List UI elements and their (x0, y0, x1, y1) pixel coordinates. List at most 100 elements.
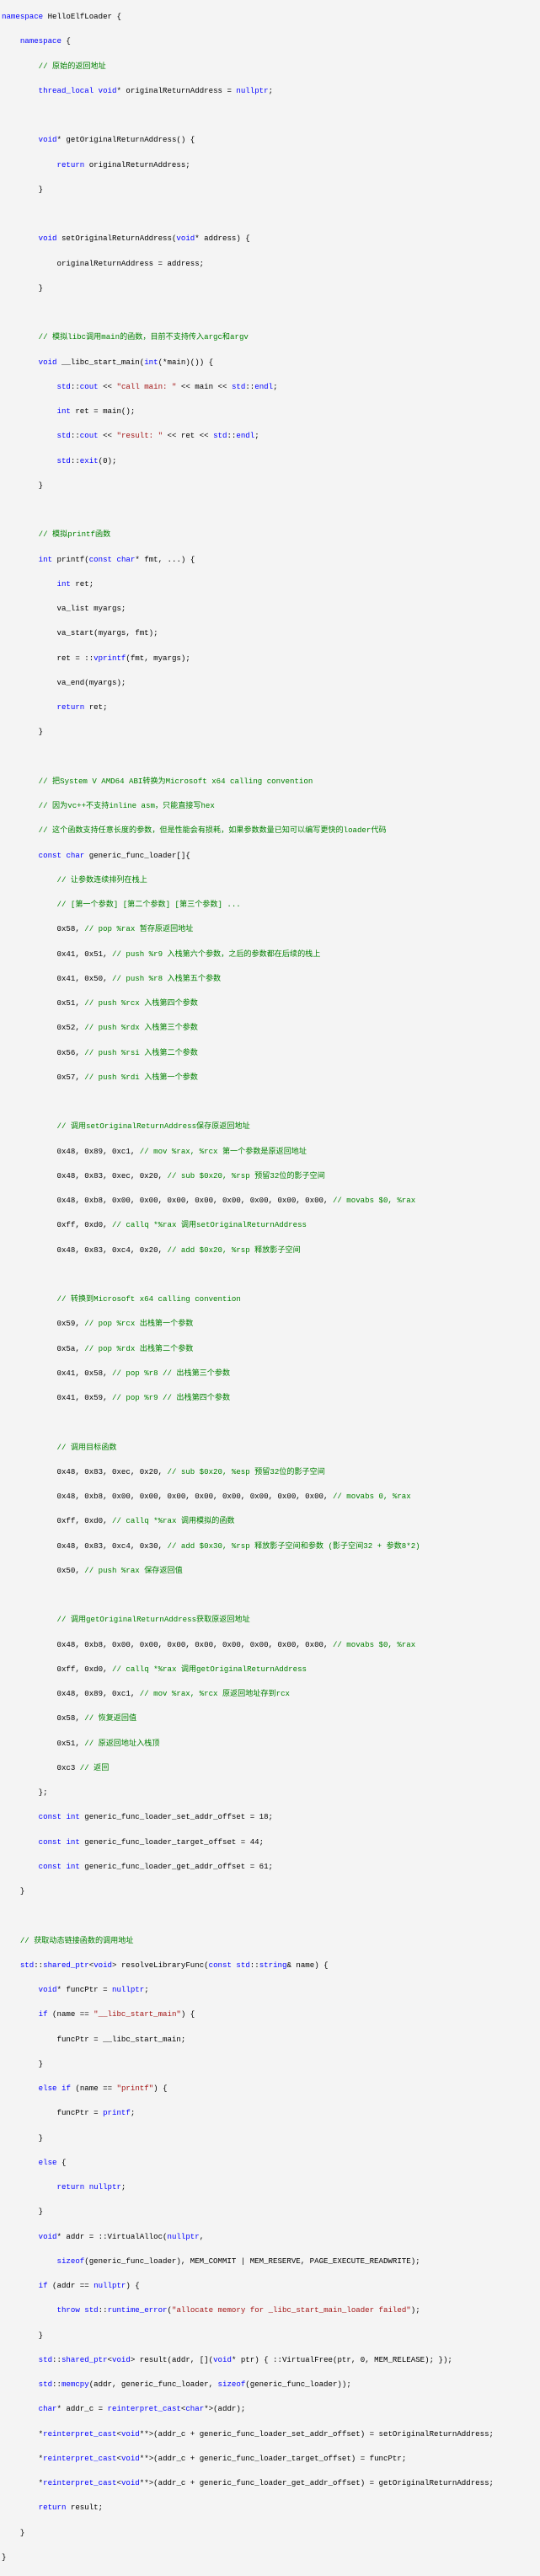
code-line: ​ (0, 751, 540, 764)
code-line: std::exit(0); (0, 455, 540, 468)
code-comment: // push %rcx 入栈第四个参数 (84, 998, 198, 1008)
code-line: } (0, 282, 540, 295)
code-comment: // 原返回地址入栈顶 (84, 1738, 160, 1748)
code-keyword: std (19, 1960, 35, 1970)
code-text: ; (268, 85, 274, 95)
code-comment: // 因为vc++不支持inline asm，只能直接写hex (38, 801, 215, 811)
code-keyword: void (38, 234, 57, 244)
code-line: // 模拟libc调用main的函数，目前不支持传入argc和argv (0, 331, 540, 344)
code-keyword: int (66, 1812, 80, 1822)
code-text: ret = main(); (70, 406, 136, 417)
code-line: const int generic_func_loader_target_off… (0, 1837, 540, 1849)
code-keyword: std (236, 1960, 250, 1970)
code-keyword: shared_ptr (61, 2354, 108, 2364)
code-text: generic_func_loader_target_offset = 44; (79, 1837, 265, 1847)
code-line: 0xc3 // 返回 (0, 1762, 540, 1775)
code-text: * address) { (195, 234, 250, 244)
code-text: 0x41, 0x59, (2, 1393, 112, 1403)
code-line: std::shared_ptr<void> resolveLibraryFunc… (0, 1960, 540, 1972)
code-line: else { (0, 2157, 540, 2170)
code-keyword: sizeof (217, 2380, 246, 2390)
code-text: * fmt, ...) { (135, 554, 195, 564)
code-keyword: exit (79, 455, 99, 465)
code-comment: // movabs 0, %rax (332, 1492, 411, 1502)
code-text: **>(addr_c + generic_func_loader_set_add… (139, 2428, 494, 2439)
code-line: thread_local void* originalReturnAddress… (0, 85, 540, 98)
code-text: :: (245, 381, 255, 391)
code-keyword: char (116, 554, 136, 564)
code-text: originalReturnAddress = address; (2, 258, 205, 268)
code-line: // [第一个参数] [第二个参数] [第三个参数] ... (0, 899, 540, 912)
code-text: << main << (176, 381, 232, 391)
code-text: **>(addr_c + generic_func_loader_target_… (139, 2453, 407, 2463)
code-keyword: void (176, 234, 195, 244)
code-text: * originalReturnAddress = (116, 85, 237, 95)
code-line: } (0, 2527, 540, 2540)
code-line: 0x48, 0xb8, 0x00, 0x00, 0x00, 0x00, 0x00… (0, 1491, 540, 1503)
code-line: ​ (0, 307, 540, 320)
code-line: funcPtr = __libc_start_main; (0, 2034, 540, 2046)
code-text: printf( (52, 554, 89, 564)
code-line: std::shared_ptr<void> result(addr, [](vo… (0, 2354, 540, 2367)
code-text: (fmt, myargs); (126, 653, 190, 663)
code-text: :: (52, 2380, 61, 2390)
code-line: std::memcpy(addr, generic_func_loader, s… (0, 2379, 540, 2391)
code-keyword: int (144, 357, 158, 367)
code-text: ret; (70, 578, 94, 589)
code-keyword: char (66, 850, 85, 860)
code-keyword: shared_ptr (43, 1960, 89, 1970)
code-text: , (199, 2231, 205, 2241)
code-text: (addr, generic_func_loader, (88, 2380, 218, 2390)
code-text: (generic_func_loader), MEM_COMMIT | MEM_… (84, 2256, 420, 2266)
code-keyword: return (56, 702, 85, 713)
code-keyword: int (38, 554, 53, 564)
code-keyword: const (38, 850, 61, 860)
code-text: 0x48, 0x83, 0xc4, 0x20, (2, 1245, 168, 1255)
code-line: // 调用目标函数 (0, 1442, 540, 1455)
code-text: << (98, 431, 117, 441)
code-line: return originalReturnAddress; (0, 159, 540, 172)
code-text: } (2, 2132, 44, 2143)
code-text: 0x48, 0xb8, 0x00, 0x00, 0x00, 0x00, 0x00… (2, 1196, 333, 1206)
code-keyword: reinterpret_cast (43, 2428, 117, 2439)
code-comment: // 恢复返回值 (84, 1713, 137, 1724)
code-keyword: std (38, 2380, 53, 2390)
code-line: const int generic_func_loader_get_addr_o… (0, 1861, 540, 1874)
code-string: "call main: " (116, 381, 177, 391)
code-line: ​ (0, 1096, 540, 1109)
code-text: :: (70, 455, 80, 465)
code-comment: // 让参数连续排列在栈上 (56, 874, 147, 885)
code-line: originalReturnAddress = address; (0, 258, 540, 271)
code-text: 0x50, (2, 1565, 85, 1575)
code-keyword: return (56, 2182, 85, 2192)
code-text: va_end(myargs); (2, 677, 126, 687)
code-line: // 让参数连续排列在栈上 (0, 874, 540, 887)
code-keyword: int (66, 1861, 80, 1871)
code-text: :: (70, 431, 80, 441)
code-line: 0x48, 0xb8, 0x00, 0x00, 0x00, 0x00, 0x00… (0, 1639, 540, 1652)
code-keyword: void (38, 357, 57, 367)
code-comment: // callq *%rax 调用getOriginalReturnAddres… (112, 1664, 307, 1674)
code-text: result; (66, 2503, 104, 2513)
code-text: * funcPtr = (56, 1985, 113, 1995)
code-keyword: void (38, 1985, 57, 1995)
code-text: ) { (153, 2084, 168, 2094)
code-line: 0x58, // pop %rax 暂存原返回地址 (0, 923, 540, 936)
code-listing[interactable]: namespace HelloElfLoader { namespace { /… (0, 8, 540, 2576)
code-text: 0x41, 0x58, (2, 1368, 112, 1378)
code-text: ) { (180, 2009, 195, 2019)
code-line: *reinterpret_cast<void**>(addr_c + gener… (0, 2453, 540, 2466)
code-line: char* addr_c = reinterpret_cast<char*>(a… (0, 2403, 540, 2416)
code-line: 0x59, // pop %rcx 出栈第一个参数 (0, 1318, 540, 1331)
code-text: 0x51, (2, 998, 85, 1008)
